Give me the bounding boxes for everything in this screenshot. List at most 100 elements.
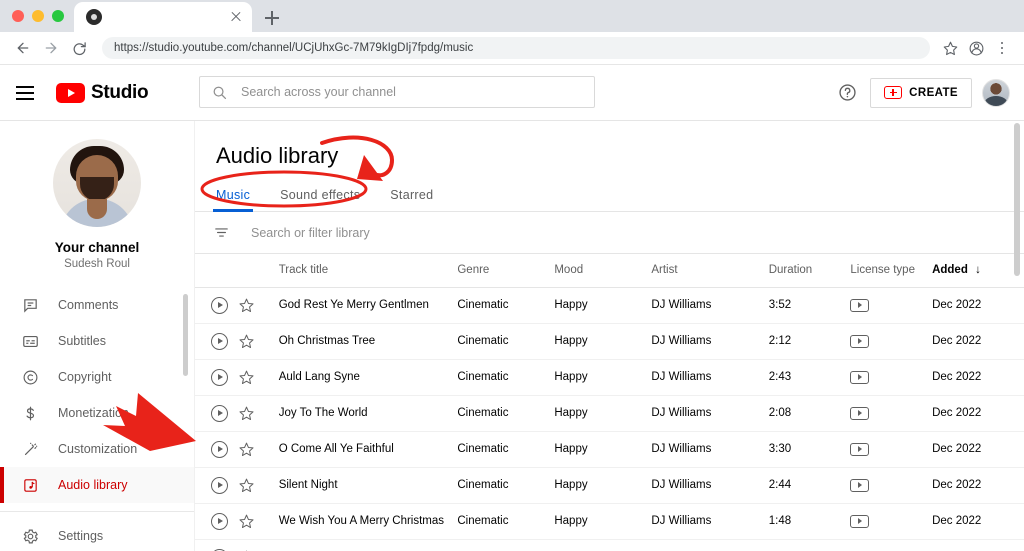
reload-icon[interactable] <box>66 35 92 61</box>
col-mood[interactable]: Mood <box>554 254 652 288</box>
maximize-window-button[interactable] <box>52 10 64 22</box>
audio-library-table: Track title Genre Mood Artist Duration L… <box>195 254 1024 551</box>
forward-arrow-icon[interactable] <box>38 35 64 61</box>
play-icon[interactable] <box>211 296 228 314</box>
col-genre[interactable]: Genre <box>457 254 555 288</box>
channel-name: Sudesh Roul <box>64 258 130 270</box>
row-star-cell <box>237 395 279 432</box>
hamburger-menu-icon[interactable] <box>16 81 40 105</box>
col-duration[interactable]: Duration <box>768 254 851 288</box>
sidebar-item-subtitles[interactable]: Subtitles <box>0 323 194 359</box>
col-star <box>237 254 279 288</box>
cell-added: Dec 2022 <box>932 503 1024 540</box>
row-play-cell <box>195 467 238 504</box>
star-icon[interactable] <box>238 513 279 530</box>
table-row[interactable]: Auld Lang Syne Cinematic Happy DJ Williams 2… <box>195 359 1024 396</box>
sidebar-item-customization[interactable]: Customization <box>0 431 194 467</box>
table-row[interactable]: Oh Christmas Tree Cinematic Happy DJ Willia… <box>195 323 1024 360</box>
sidebar-item-audio-library[interactable]: Audio library <box>0 467 194 503</box>
cell-license-type <box>850 359 933 396</box>
col-license-type[interactable]: License type <box>850 254 933 288</box>
star-icon[interactable] <box>238 297 279 314</box>
search-icon <box>213 86 227 99</box>
minimize-window-button[interactable] <box>32 10 44 22</box>
sidebar-item-label: Audio library <box>58 478 128 492</box>
cell-added: Dec 2022 <box>932 431 1024 468</box>
star-icon[interactable] <box>938 36 962 60</box>
cell-license-type <box>850 503 933 540</box>
close-window-button[interactable] <box>12 10 24 22</box>
youtube-license-icon <box>850 370 870 384</box>
account-avatar[interactable] <box>982 78 1010 107</box>
play-icon[interactable] <box>211 440 228 458</box>
play-icon[interactable] <box>211 512 228 530</box>
filter-bar[interactable]: Search or filter library <box>195 212 1024 254</box>
cell-track-title: Silent Night <box>278 467 458 504</box>
back-arrow-icon[interactable] <box>10 35 36 61</box>
kebab-menu-icon[interactable] <box>990 36 1014 60</box>
cell-artist: DJ Williams <box>651 323 769 360</box>
help-circle-icon[interactable] <box>834 80 860 106</box>
browser-tab[interactable] <box>74 2 252 32</box>
plus-icon[interactable] <box>258 4 286 32</box>
sidebar-item-label: Customization <box>58 442 138 456</box>
page-title: Audio library <box>216 143 339 168</box>
star-icon[interactable] <box>238 333 279 350</box>
row-star-cell <box>237 503 279 540</box>
profile-icon[interactable] <box>964 36 988 60</box>
col-added-label: Added <box>932 264 968 277</box>
table-header-row: Track title Genre Mood Artist Duration L… <box>195 254 1024 288</box>
table-row[interactable]: Joy To The World Cinematic Happy DJ William… <box>195 395 1024 432</box>
address-bar[interactable]: https://studio.youtube.com/channel/UCjUh… <box>102 37 930 59</box>
tab-sound-effects[interactable]: Sound effects <box>280 188 372 212</box>
browser-chrome: https://studio.youtube.com/channel/UCjUh… <box>0 0 1024 65</box>
play-icon[interactable] <box>211 404 228 422</box>
cell-mood: Happy <box>554 359 652 396</box>
browser-toolbar: https://studio.youtube.com/channel/UCjUh… <box>0 32 1024 65</box>
col-artist[interactable]: Artist <box>651 254 769 288</box>
cell-license-type <box>850 323 933 360</box>
sidebar-item-copyright[interactable]: Copyright <box>0 359 194 395</box>
sidebar-item-monetization[interactable]: Monetization <box>0 395 194 431</box>
filter-icon[interactable] <box>209 221 233 245</box>
table-row[interactable]: O Come All Ye Faithful Cinematic Happy DJ W… <box>195 431 1024 468</box>
star-icon[interactable] <box>238 441 279 458</box>
sidebar-item-comments[interactable]: Comments <box>0 287 194 323</box>
cell-mood: Happy <box>554 287 652 324</box>
sidebar-item-label: Comments <box>58 298 119 312</box>
cell-artist: DJ Williams <box>651 467 769 504</box>
table-row[interactable]: God Rest Ye Merry Gentlmen Cinematic Happy… <box>195 287 1024 324</box>
play-icon[interactable] <box>211 368 228 386</box>
sidebar-item-settings[interactable]: Settings <box>0 518 194 551</box>
close-icon[interactable] <box>228 9 244 25</box>
sidebar-scrollbar-thumb[interactable] <box>183 294 188 376</box>
cell-artist: DJ Williams <box>651 395 769 432</box>
col-track-title[interactable]: Track title <box>278 254 458 288</box>
play-icon[interactable] <box>211 332 228 350</box>
table-row[interactable]: O Holy NightCinematicHappyDJ Williams1:4… <box>195 539 1024 551</box>
cell-mood: Happy <box>554 431 652 468</box>
sidebar-item-label: Settings <box>58 529 104 543</box>
main-scrollbar-thumb[interactable] <box>1014 123 1020 276</box>
create-button[interactable]: CREATE <box>870 77 972 108</box>
table-header: Track title Genre Mood Artist Duration L… <box>195 254 1024 288</box>
comment-icon <box>20 295 40 315</box>
cell-genre: Cinematic <box>457 323 555 360</box>
cell-mood: Happy <box>554 503 652 540</box>
channel-block[interactable]: Your channel Sudesh Roul <box>0 121 194 270</box>
studio-logo[interactable]: Studio <box>56 82 149 104</box>
play-icon[interactable] <box>211 476 228 494</box>
tab-music[interactable]: Music <box>212 188 262 212</box>
star-icon[interactable] <box>238 405 279 422</box>
col-added[interactable]: Added ↓ <box>932 254 1024 288</box>
table-row[interactable]: We Wish You A Merry Christmas Cinematic Ha… <box>195 503 1024 540</box>
tab-starred[interactable]: Starred <box>390 188 445 212</box>
table-body: God Rest Ye Merry Gentlmen Cinematic Happy… <box>195 287 1024 551</box>
search-input[interactable]: Search across your channel <box>199 76 595 108</box>
star-icon[interactable] <box>238 477 279 494</box>
table-row[interactable]: Silent Night Cinematic Happy DJ Williams 2:4… <box>195 467 1024 504</box>
search-placeholder: Search across your channel <box>241 85 396 99</box>
col-play <box>195 254 238 288</box>
cell-license-type <box>850 395 933 432</box>
star-icon[interactable] <box>238 369 279 386</box>
